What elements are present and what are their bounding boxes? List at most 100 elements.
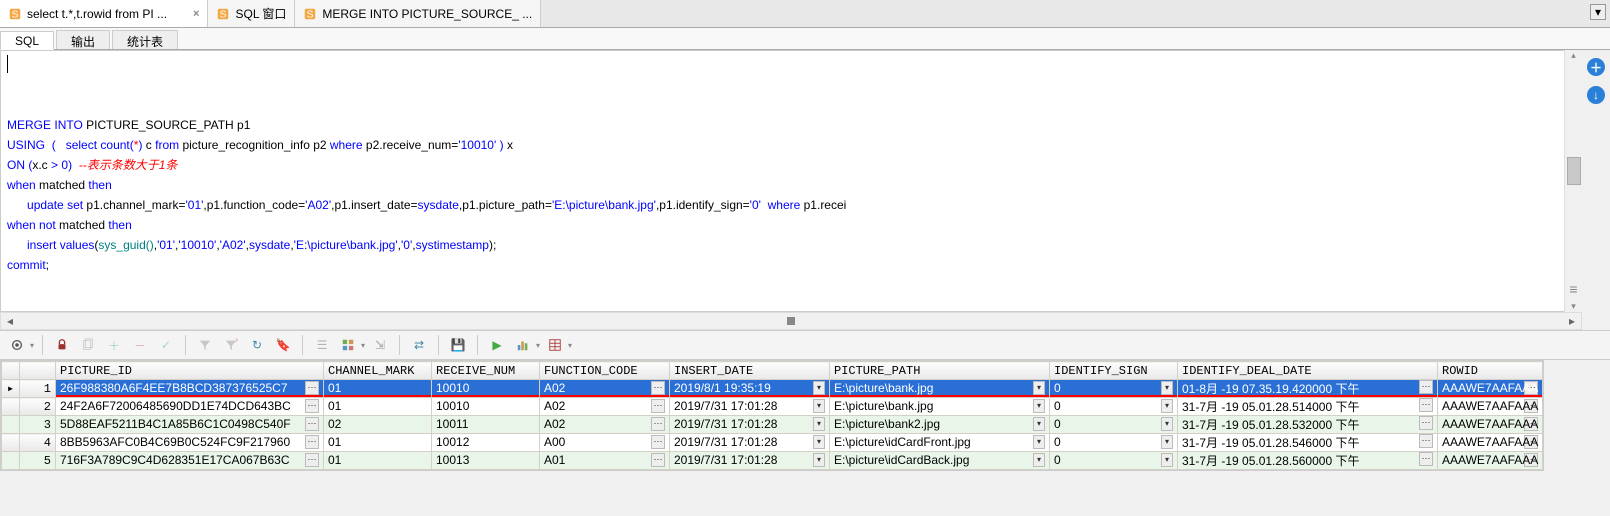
col-identify-deal-date[interactable]: IDENTIFY_DEAL_DATE bbox=[1178, 362, 1438, 380]
filter-icon[interactable] bbox=[194, 334, 216, 356]
table-row[interactable]: 3⋯5D88EAF5211B4C1A85B6C1C0498C540F021001… bbox=[2, 416, 1543, 434]
cell[interactable]: ⋯01-8月 -19 07.35.19.420000 下午 bbox=[1178, 380, 1438, 398]
ellipsis-icon[interactable]: ⋯ bbox=[1419, 434, 1433, 448]
ellipsis-icon[interactable]: ⋯ bbox=[651, 399, 665, 413]
editor-horizontal-scrollbar[interactable]: ◂ ▸ bbox=[0, 312, 1582, 330]
chevron-down-icon[interactable]: ▾ bbox=[1033, 453, 1045, 467]
row-number[interactable]: 3 bbox=[20, 416, 56, 434]
run-icon[interactable]: ▶ bbox=[486, 334, 508, 356]
row-pointer[interactable] bbox=[2, 398, 20, 416]
cell[interactable]: ▾0 bbox=[1050, 380, 1178, 398]
cell[interactable]: ⋯31-7月 -19 05.01.28.560000 下午 bbox=[1178, 452, 1438, 470]
ellipsis-icon[interactable]: ⋯ bbox=[651, 381, 665, 395]
delete-row-icon[interactable]: － bbox=[129, 334, 151, 356]
scroll-right-icon[interactable]: ▸ bbox=[1563, 313, 1581, 329]
cell[interactable]: 01 bbox=[324, 434, 432, 452]
link-icon[interactable]: ⇄ bbox=[408, 334, 430, 356]
add-button[interactable]: ＋ bbox=[1587, 58, 1605, 76]
cell[interactable]: ⋯31-7月 -19 05.01.28.514000 下午 bbox=[1178, 398, 1438, 416]
cell[interactable]: ▾E:\picture\bank.jpg bbox=[830, 380, 1050, 398]
cell[interactable]: ⋯A00 bbox=[540, 434, 670, 452]
cell[interactable]: ⋯AAAWE7AAFAAA bbox=[1438, 380, 1543, 398]
bookmark-icon[interactable]: 🔖 bbox=[272, 334, 294, 356]
col-rowid[interactable]: ROWID bbox=[1438, 362, 1543, 380]
chevron-down-icon[interactable]: ▾ bbox=[813, 435, 825, 449]
scroll-thumb[interactable] bbox=[1567, 157, 1581, 185]
lock-icon[interactable] bbox=[51, 334, 73, 356]
cell[interactable]: ⋯A01 bbox=[540, 452, 670, 470]
cell[interactable]: ⋯AAAWE7AAFAAA bbox=[1438, 452, 1543, 470]
tab-sql[interactable]: SQL bbox=[0, 31, 54, 50]
cell[interactable]: ▾2019/7/31 17:01:28 bbox=[670, 452, 830, 470]
row-pointer[interactable] bbox=[2, 452, 20, 470]
ellipsis-icon[interactable]: ⋯ bbox=[1419, 380, 1433, 394]
cell[interactable]: ⋯AAAWE7AAFAAA bbox=[1438, 398, 1543, 416]
scroll-track[interactable] bbox=[19, 317, 1563, 325]
col-identify-sign[interactable]: IDENTIFY_SIGN bbox=[1050, 362, 1178, 380]
table-row[interactable]: 4⋯8BB5963AFC0B4C69B0C524FC9F217960011001… bbox=[2, 434, 1543, 452]
cell[interactable]: ⋯A02 bbox=[540, 380, 670, 398]
cell[interactable]: 01 bbox=[324, 452, 432, 470]
ellipsis-icon[interactable]: ⋯ bbox=[651, 417, 665, 431]
cell[interactable]: ▾2019/7/31 17:01:28 bbox=[670, 398, 830, 416]
scroll-down-icon[interactable]: ▾ bbox=[1571, 301, 1576, 312]
col-insert-date[interactable]: INSERT_DATE bbox=[670, 362, 830, 380]
cell[interactable]: ▾2019/7/31 17:01:28 bbox=[670, 416, 830, 434]
file-tab-2[interactable]: S SQL 窗口 bbox=[208, 0, 295, 27]
cell[interactable]: ⋯31-7月 -19 05.01.28.546000 下午 bbox=[1178, 434, 1438, 452]
cell[interactable]: 10012 bbox=[432, 434, 540, 452]
grid-view-icon[interactable] bbox=[337, 334, 359, 356]
cell[interactable]: ▾E:\picture\idCardFront.jpg bbox=[830, 434, 1050, 452]
ellipsis-icon[interactable]: ⋯ bbox=[651, 453, 665, 467]
chevron-down-icon[interactable]: ▾ bbox=[1161, 435, 1173, 449]
row-pointer[interactable] bbox=[2, 416, 20, 434]
copy-icon[interactable] bbox=[77, 334, 99, 356]
dropdown-icon[interactable]: ▾ bbox=[568, 341, 572, 350]
gear-icon[interactable] bbox=[6, 334, 28, 356]
row-number[interactable]: 1 bbox=[20, 380, 56, 398]
row-number[interactable]: 2 bbox=[20, 398, 56, 416]
chevron-down-icon[interactable]: ▾ bbox=[813, 399, 825, 413]
col-channel-mark[interactable]: CHANNEL_MARK bbox=[324, 362, 432, 380]
cell[interactable]: 02 bbox=[324, 416, 432, 434]
cell[interactable]: ▾0 bbox=[1050, 434, 1178, 452]
ellipsis-icon[interactable]: ⋯ bbox=[305, 381, 319, 395]
expand-down-button[interactable]: ↓ bbox=[1587, 86, 1605, 104]
col-receive-num[interactable]: RECEIVE_NUM bbox=[432, 362, 540, 380]
chevron-down-icon[interactable]: ▾ bbox=[1161, 453, 1173, 467]
row-number[interactable]: 5 bbox=[20, 452, 56, 470]
cell[interactable]: ▾E:\picture\bank2.jpg bbox=[830, 416, 1050, 434]
table-row[interactable]: ▸1⋯26F988380A6F4EE7B8BCD387376525C701100… bbox=[2, 380, 1543, 398]
table-icon[interactable] bbox=[544, 334, 566, 356]
sort-desc-icon[interactable]: × bbox=[220, 334, 242, 356]
chevron-down-icon[interactable]: ▾ bbox=[1033, 417, 1045, 431]
cell[interactable]: ⋯31-7月 -19 05.01.28.532000 下午 bbox=[1178, 416, 1438, 434]
ellipsis-icon[interactable]: ⋯ bbox=[651, 435, 665, 449]
tab-stats[interactable]: 统计表 bbox=[112, 30, 178, 49]
dropdown-icon[interactable]: ▾ bbox=[361, 341, 365, 350]
row-pointer[interactable]: ▸ bbox=[2, 380, 20, 398]
ellipsis-icon[interactable]: ⋯ bbox=[1419, 452, 1433, 466]
chevron-down-icon[interactable]: ▾ bbox=[813, 453, 825, 467]
scroll-left-icon[interactable]: ◂ bbox=[1, 313, 19, 329]
cell[interactable]: 10011 bbox=[432, 416, 540, 434]
cell[interactable]: 10010 bbox=[432, 398, 540, 416]
col-picture-path[interactable]: PICTURE_PATH bbox=[830, 362, 1050, 380]
add-row-icon[interactable]: ＋ bbox=[103, 334, 125, 356]
cell[interactable]: ▾0 bbox=[1050, 416, 1178, 434]
cell[interactable]: ⋯24F2A6F72006485690DD1E74DCD643BC bbox=[56, 398, 324, 416]
ellipsis-icon[interactable]: ⋯ bbox=[305, 435, 319, 449]
scroll-up-icon[interactable]: ▴ bbox=[1571, 50, 1576, 61]
cell[interactable]: ▾2019/8/1 19:35:19 bbox=[670, 380, 830, 398]
tab-output[interactable]: 输出 bbox=[56, 30, 110, 49]
cell[interactable]: ▾E:\picture\idCardBack.jpg bbox=[830, 452, 1050, 470]
row-pointer[interactable] bbox=[2, 434, 20, 452]
chevron-down-icon[interactable]: ▾ bbox=[1161, 417, 1173, 431]
col-picture-id[interactable]: PICTURE_ID bbox=[56, 362, 324, 380]
save-icon[interactable]: 💾 bbox=[447, 334, 469, 356]
chevron-down-icon[interactable]: ▾ bbox=[1161, 381, 1173, 395]
chevron-down-icon[interactable]: ▾ bbox=[813, 381, 825, 395]
editor-vertical-scrollbar[interactable]: ▴ ≡ ▾ bbox=[1564, 50, 1582, 312]
chevron-down-icon[interactable]: ▾ bbox=[1161, 399, 1173, 413]
refresh-icon[interactable]: ↻ bbox=[246, 334, 268, 356]
